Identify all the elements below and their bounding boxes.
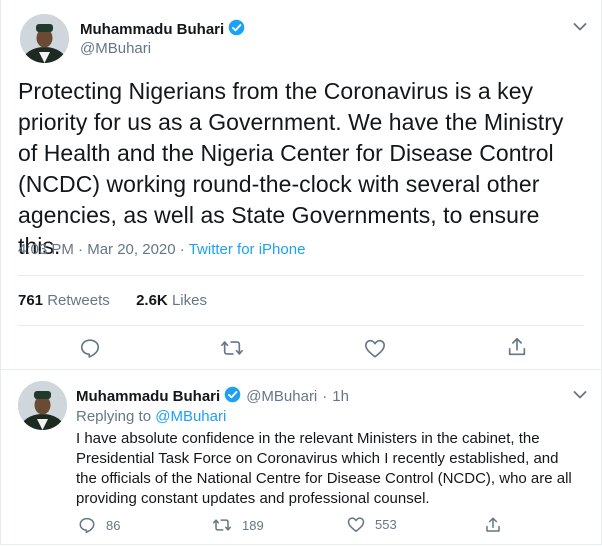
- reply-text: I have absolute confidence in the releva…: [76, 430, 572, 507]
- reply-button[interactable]: [79, 337, 101, 364]
- reply-author-avatar[interactable]: [18, 381, 67, 430]
- likes-label: Likes: [171, 292, 207, 309]
- tweet-stats: 761 Retweets 2.6K Likes: [18, 292, 207, 309]
- reply-like-button[interactable]: 553: [347, 516, 397, 533]
- reply-retweets-count: 189: [242, 517, 264, 533]
- reply-time[interactable]: 1h: [332, 388, 349, 405]
- replying-to: Replying to @MBuhari: [76, 408, 226, 425]
- reply-share-button[interactable]: [484, 516, 502, 534]
- share-button[interactable]: [506, 336, 528, 363]
- retweet-icon: [213, 519, 231, 531]
- like-button[interactable]: [364, 338, 386, 364]
- likes-count: 2.6K: [136, 292, 168, 309]
- reply-retweet-button[interactable]: 189: [212, 516, 264, 534]
- author-avatar[interactable]: [20, 14, 69, 63]
- divider: [18, 275, 584, 276]
- replying-to-link[interactable]: @MBuhari: [155, 408, 226, 425]
- divider: [0, 369, 602, 370]
- heart-icon: [365, 339, 385, 358]
- tweet-date[interactable]: Mar 20, 2020: [87, 241, 175, 258]
- reply-comment-button[interactable]: 86: [78, 516, 120, 534]
- comment-icon: [80, 339, 100, 358]
- tweet-time[interactable]: 4:03 PM: [18, 241, 74, 258]
- tweet-meta: 4:03 PM · Mar 20, 2020 · Twitter for iPh…: [18, 241, 305, 258]
- retweets-count: 761: [18, 292, 44, 309]
- retweets-label: Retweets: [47, 292, 110, 309]
- chevron-down-icon[interactable]: [573, 387, 587, 405]
- meta-separator: ·: [179, 241, 185, 258]
- chevron-down-icon[interactable]: [573, 19, 587, 37]
- comment-icon: [79, 517, 95, 534]
- tweet-text: Protecting Nigerians from the Coronaviru…: [18, 78, 564, 259]
- reply-likes-count: 553: [375, 517, 397, 532]
- meta-separator: ·: [322, 388, 328, 405]
- retweets-stat[interactable]: 761 Retweets: [18, 292, 110, 309]
- reply-replies-count: 86: [106, 517, 121, 533]
- verified-badge-icon: [228, 19, 245, 40]
- reply-author-handle[interactable]: @MBuhari: [246, 388, 317, 405]
- retweet-button[interactable]: [220, 337, 244, 364]
- verified-badge-icon: [224, 386, 241, 407]
- tweet-source-link[interactable]: Twitter for iPhone: [189, 241, 306, 258]
- author-name[interactable]: Muhammadu Buhari: [80, 19, 245, 40]
- reply-header: Muhammadu Buhari @MBuhari · 1h: [76, 386, 349, 407]
- share-icon: [486, 517, 500, 532]
- replying-prefix: Replying to: [76, 408, 152, 425]
- reply-author-name[interactable]: Muhammadu Buhari: [76, 388, 220, 405]
- divider: [18, 325, 584, 326]
- author-handle[interactable]: @MBuhari: [80, 40, 151, 57]
- author-name-text[interactable]: Muhammadu Buhari: [80, 21, 224, 38]
- share-icon: [508, 337, 526, 356]
- likes-stat[interactable]: 2.6K Likes: [136, 292, 207, 309]
- retweet-icon: [221, 341, 243, 355]
- heart-icon: [347, 517, 365, 532]
- meta-separator: ·: [78, 241, 84, 258]
